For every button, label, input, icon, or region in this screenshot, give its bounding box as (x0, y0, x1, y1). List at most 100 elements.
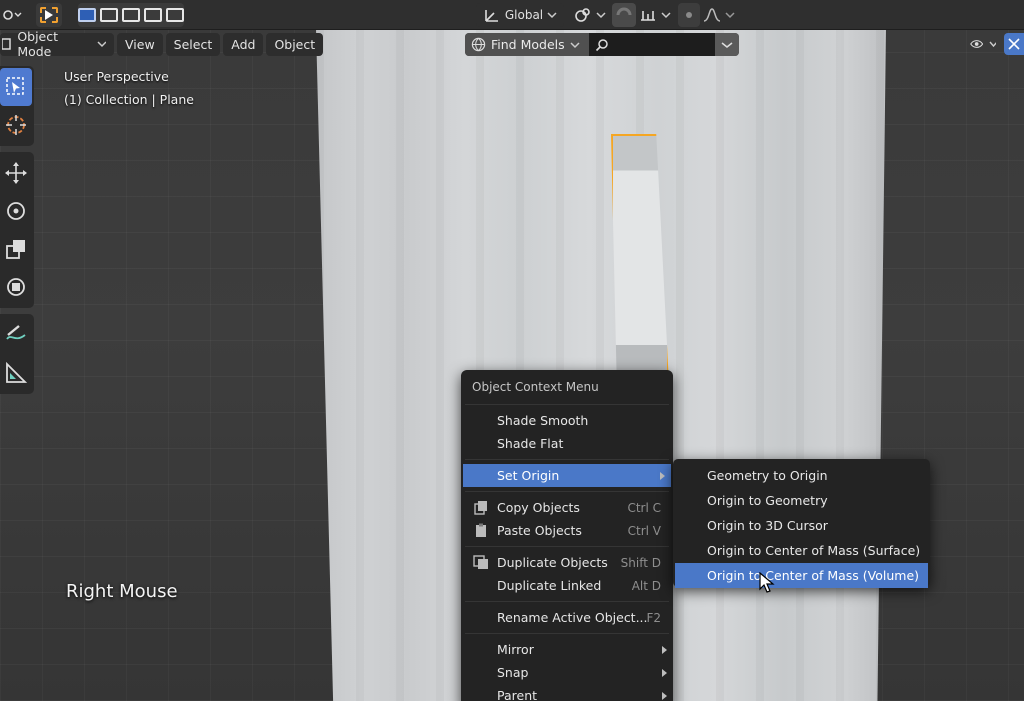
visibility-dropdown[interactable] (966, 33, 1000, 56)
menu-object[interactable]: Object (266, 32, 324, 56)
viewport-header: Global (0, 0, 1024, 30)
object-context-menu: Object Context Menu Shade Smooth Shade F… (461, 370, 673, 701)
editor-type-button[interactable] (0, 3, 24, 27)
snap-target-dropdown[interactable] (638, 3, 672, 27)
chevron-down-icon (721, 41, 733, 48)
annotate-icon (6, 325, 26, 340)
menu-item-label: Duplicate Objects (497, 555, 608, 570)
menu-add[interactable]: Add (223, 32, 264, 56)
globe-icon (471, 37, 486, 52)
snap-toggle[interactable] (612, 3, 636, 27)
search-input[interactable] (589, 33, 715, 56)
object-mode-label: Object Mode (17, 29, 59, 59)
editor-type-icon (3, 10, 22, 20)
selection-mode-buttons[interactable] (78, 3, 184, 27)
chevron-down-icon (596, 12, 606, 19)
cursor-icon (6, 115, 26, 135)
tool-select-box[interactable] (0, 68, 32, 106)
menu-item-label: Copy Objects (497, 500, 580, 515)
menu-separator (465, 459, 669, 460)
menu-item-shade-smooth[interactable]: Shade Smooth (461, 409, 673, 432)
link-icon (575, 8, 590, 22)
shortcut-label: Ctrl C (627, 500, 661, 515)
tool-annotate[interactable] (0, 316, 32, 354)
mode-subtract-icon (122, 8, 140, 22)
mode-intersect-icon (166, 8, 184, 22)
scale-icon (6, 240, 25, 259)
active-collection-label: (1) Collection | Plane (64, 92, 194, 107)
tool-group-transform (0, 152, 34, 308)
menu-view[interactable]: View (117, 32, 163, 56)
move-icon (5, 162, 27, 184)
menu-item-mirror[interactable]: Mirror (461, 638, 673, 661)
select-box-icon (40, 7, 58, 23)
tool-shelf (0, 66, 34, 400)
menu-item-rename[interactable]: Rename Active Object... F2 (461, 606, 673, 629)
tool-group-annotate (0, 314, 34, 394)
mode-new-icon (78, 8, 96, 22)
menu-item-label: Duplicate Linked (497, 578, 602, 593)
tool-select-button[interactable] (36, 3, 62, 27)
menu-item-label: Rename Active Object... (497, 610, 648, 625)
menu-item-shade-flat[interactable]: Shade Flat (461, 432, 673, 455)
right-header-icons (966, 31, 1024, 57)
menu-select[interactable]: Select (165, 32, 221, 56)
menu-item-paste-objects[interactable]: Paste Objects Ctrl V (461, 519, 673, 542)
find-models-bar: Find Models (465, 33, 739, 56)
transform-orientation-dropdown[interactable]: Global (476, 3, 564, 27)
find-models-label: Find Models (491, 37, 565, 52)
menu-item-label: Parent (497, 688, 538, 701)
snap-icon (616, 7, 632, 16)
object-mode-dropdown[interactable]: Object Mode (0, 29, 114, 59)
search-icon (595, 38, 608, 51)
submenu-geometry-to-origin[interactable]: Geometry to Origin (673, 463, 930, 488)
menu-item-set-origin[interactable]: Set Origin (463, 464, 671, 487)
tool-measure[interactable] (0, 354, 32, 392)
submenu-origin-to-geometry[interactable]: Origin to Geometry (673, 488, 930, 513)
search-options-button[interactable] (715, 33, 739, 56)
mode-extend-icon (100, 8, 118, 22)
menu-item-duplicate-objects[interactable]: Duplicate Objects Shift D (461, 551, 673, 574)
eye-icon (970, 40, 984, 48)
tool-move[interactable] (0, 154, 32, 192)
chevron-down-icon (661, 12, 671, 19)
pivot-point-dropdown[interactable] (572, 3, 608, 27)
submenu-origin-to-center-of-mass-volume[interactable]: Origin to Center of Mass (Volume) (675, 563, 928, 588)
tool-transform[interactable] (0, 268, 32, 306)
menu-separator (465, 404, 669, 405)
snap-increment-icon (641, 11, 655, 21)
select-box-icon (6, 77, 24, 95)
gizmo-icon (1008, 38, 1020, 50)
menu-item-snap[interactable]: Snap (461, 661, 673, 684)
menu-item-duplicate-linked[interactable]: Duplicate Linked Alt D (461, 574, 673, 597)
view-perspective-label: User Perspective (64, 69, 169, 84)
tool-cursor[interactable] (0, 106, 32, 144)
shortcut-label: Shift D (620, 555, 661, 570)
mode-invert-icon (144, 8, 162, 22)
submenu-origin-to-3d-cursor[interactable]: Origin to 3D Cursor (673, 513, 930, 538)
menu-item-parent[interactable]: Parent (461, 684, 673, 701)
proportional-edit-icon (686, 12, 692, 18)
menu-item-label: Set Origin (497, 468, 560, 483)
shortcut-label: Alt D (631, 578, 661, 593)
chevron-down-icon (725, 12, 735, 19)
menu-item-label: Shade Smooth (497, 413, 589, 428)
submenu-origin-to-center-of-mass-surface[interactable]: Origin to Center of Mass (Surface) (673, 538, 930, 563)
falloff-dropdown[interactable] (702, 3, 736, 27)
falloff-curve-icon (703, 8, 721, 22)
menu-item-copy-objects[interactable]: Copy Objects Ctrl C (461, 496, 673, 519)
menu-separator (465, 601, 669, 602)
transform-orientation-icon (485, 10, 498, 22)
object-mode-icon (2, 38, 11, 50)
submenu-arrow-icon (662, 668, 667, 677)
find-models-dropdown[interactable]: Find Models (465, 33, 589, 56)
menu-separator (465, 491, 669, 492)
gizmo-toggle[interactable] (1004, 33, 1024, 55)
context-menu-title: Object Context Menu (472, 380, 599, 394)
proportional-edit-toggle[interactable] (678, 3, 700, 27)
menu-item-label: Shade Flat (497, 436, 564, 451)
tool-rotate[interactable] (0, 192, 32, 230)
tool-scale[interactable] (0, 230, 32, 268)
orientation-label: Global (504, 8, 544, 22)
menu-item-label: Snap (497, 665, 529, 680)
